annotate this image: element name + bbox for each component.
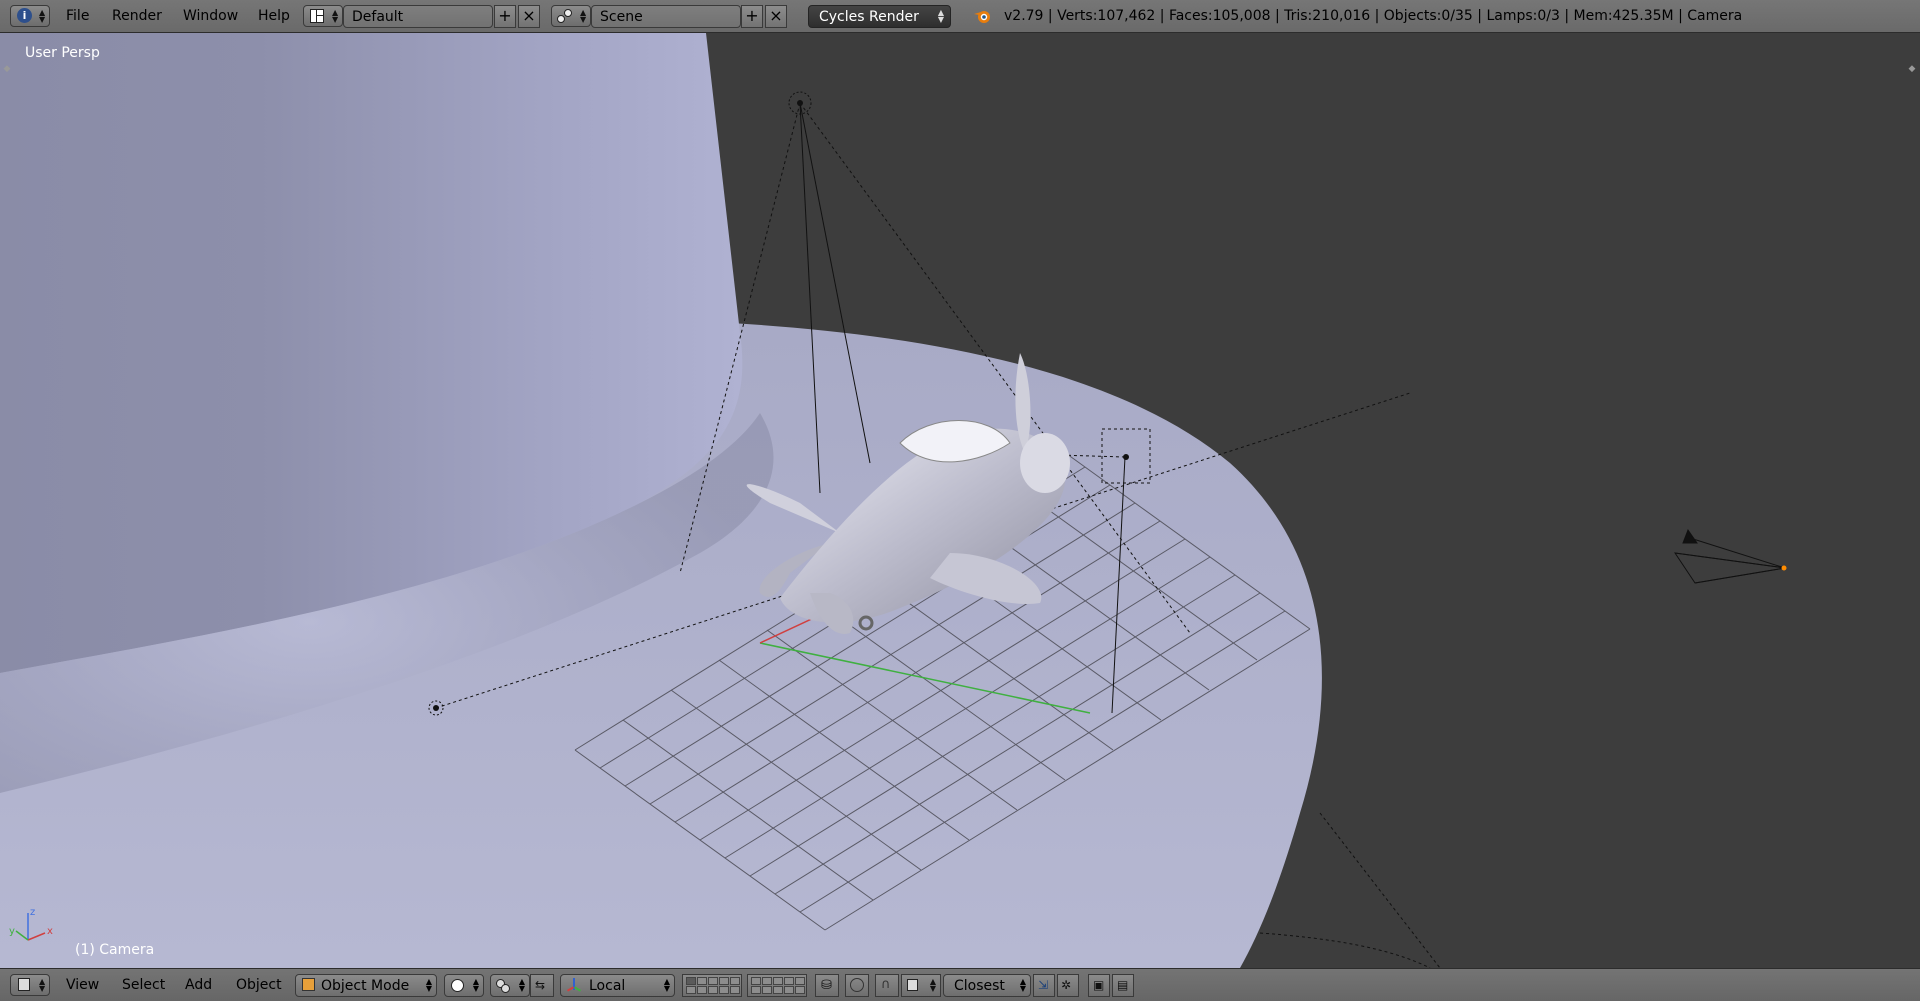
layer-buttons[interactable] [683, 975, 741, 996]
menu-object[interactable]: Object [236, 977, 282, 993]
chevron-updown-icon: ▲ ▼ [937, 8, 944, 24]
view-name-label: User Persp [25, 45, 100, 61]
add-layout-button[interactable]: + [494, 5, 516, 28]
snap-toggle[interactable]: ∩ [875, 974, 899, 997]
lock-icon: ⛁ [821, 978, 832, 993]
interaction-mode-dropdown[interactable]: Object Mode ▲ ▼ [295, 974, 437, 997]
camera-object [1673, 528, 1787, 584]
cube-icon [18, 978, 30, 991]
chevron-updown-icon: ▲ ▼ [332, 8, 339, 24]
object-mode-icon [302, 978, 315, 991]
camera-icon: ▣ [1093, 978, 1105, 992]
align-rotation-icon: ⇲ [1038, 978, 1049, 992]
scene-statistics: v2.79 | Verts:107,462 | Faces:105,008 | … [1004, 8, 1743, 24]
manipulator-toggle[interactable]: ⇆ [530, 974, 554, 997]
chevron-updown-icon: ▲ ▼ [580, 8, 587, 24]
project-icon: ✲ [1061, 978, 1072, 992]
align-rotation-toggle[interactable]: ⇲ [1033, 974, 1055, 997]
magnet-icon: ∩ [881, 977, 891, 992]
orientation-icon [566, 978, 582, 992]
menu-select[interactable]: Select [122, 977, 165, 993]
opengl-render-image-button[interactable]: ▣ [1088, 974, 1110, 997]
axis-y-label: y [9, 926, 15, 937]
menu-file[interactable]: File [66, 8, 89, 24]
scene-layers-block-2[interactable] [747, 974, 807, 997]
menu-render[interactable]: Render [112, 8, 162, 24]
pivot-icon [496, 979, 510, 993]
chevron-updown-icon: ▲ ▼ [663, 977, 670, 993]
render-engine-label: Cycles Render [819, 9, 919, 25]
pivot-point-dropdown[interactable]: ▲ ▼ [490, 974, 530, 997]
info-icon: i [17, 8, 32, 23]
scene-icon [557, 9, 573, 23]
active-object-label: (1) Camera [75, 942, 155, 958]
plus-icon: + [498, 6, 512, 25]
scene-name-field[interactable]: Scene [591, 5, 741, 28]
snap-element-icon [907, 979, 918, 991]
manipulator-icon: ⇆ [535, 978, 546, 992]
delete-layout-button[interactable]: × [518, 5, 540, 28]
editor-type-button[interactable]: i ▲ ▼ [10, 5, 50, 27]
layout-icon [310, 9, 324, 23]
axis-z-label: z [30, 907, 35, 918]
clapboard-icon: ▤ [1117, 978, 1129, 992]
viewport-shading-dropdown[interactable]: ▲ ▼ [444, 974, 484, 997]
axis-x-label: x [47, 926, 53, 937]
transform-orientation-dropdown[interactable]: Local ▲ ▼ [560, 974, 675, 997]
project-individual-toggle[interactable]: ✲ [1057, 974, 1079, 997]
close-icon: × [522, 6, 536, 25]
properties-toggle-icon[interactable]: ◆ [1906, 62, 1918, 76]
close-icon: × [769, 6, 783, 25]
layout-name-field[interactable]: Default [343, 5, 493, 28]
chevron-updown-icon: ▲ ▼ [1019, 977, 1026, 993]
menu-view[interactable]: View [66, 977, 99, 993]
solid-shading-icon [451, 979, 464, 992]
scene-browse-button[interactable]: ▲ ▼ [551, 5, 591, 27]
blender-logo-icon [973, 8, 991, 24]
opengl-render-animation-button[interactable]: ▤ [1112, 974, 1134, 997]
add-scene-button[interactable]: + [741, 5, 763, 28]
editor-type-button[interactable]: ▲ ▼ [10, 974, 50, 996]
proportional-icon [850, 978, 864, 992]
info-header: i ▲ ▼ File Render Window Help ▲ ▼ Default … [0, 0, 1920, 33]
plus-icon: + [745, 6, 759, 25]
mode-label: Object Mode [321, 978, 410, 994]
scene-layers-block-1[interactable] [682, 974, 742, 997]
delete-scene-button[interactable]: × [765, 5, 787, 28]
chevron-updown-icon: ▲ ▼ [472, 977, 479, 993]
3d-view-header: ▲ ▼ View Select Add Object Object Mode ▲ ▼… [0, 968, 1920, 1001]
snap-element-dropdown[interactable]: ▲ ▼ [901, 974, 941, 997]
menu-window[interactable]: Window [183, 8, 238, 24]
tool-shelf-toggle-icon[interactable]: ◆ [1, 62, 13, 76]
chevron-updown-icon: ▲ ▼ [39, 977, 46, 993]
menu-add[interactable]: Add [185, 977, 212, 993]
menu-help[interactable]: Help [258, 8, 290, 24]
chevron-updown-icon: ▲ ▼ [39, 8, 46, 24]
orientation-label: Local [589, 978, 626, 994]
proportional-edit-toggle[interactable] [845, 974, 869, 997]
layout-browse-button[interactable]: ▲ ▼ [303, 5, 343, 27]
lock-camera-layers-toggle[interactable]: ⛁ [815, 974, 839, 997]
chevron-updown-icon: ▲ ▼ [425, 977, 432, 993]
layer-buttons[interactable] [748, 975, 806, 996]
scene-render: z x y [0, 33, 1787, 968]
snap-target-label: Closest [954, 978, 1005, 994]
snap-target-dropdown[interactable]: Closest ▲ ▼ [943, 974, 1031, 997]
3d-viewport[interactable]: z x y User Persp (1) Camera ◆ ◆ [0, 33, 1920, 968]
render-engine-dropdown[interactable]: Cycles Render ▲ ▼ [808, 5, 951, 28]
chevron-updown-icon: ▲ ▼ [929, 977, 936, 993]
chevron-updown-icon: ▲ ▼ [518, 977, 525, 993]
